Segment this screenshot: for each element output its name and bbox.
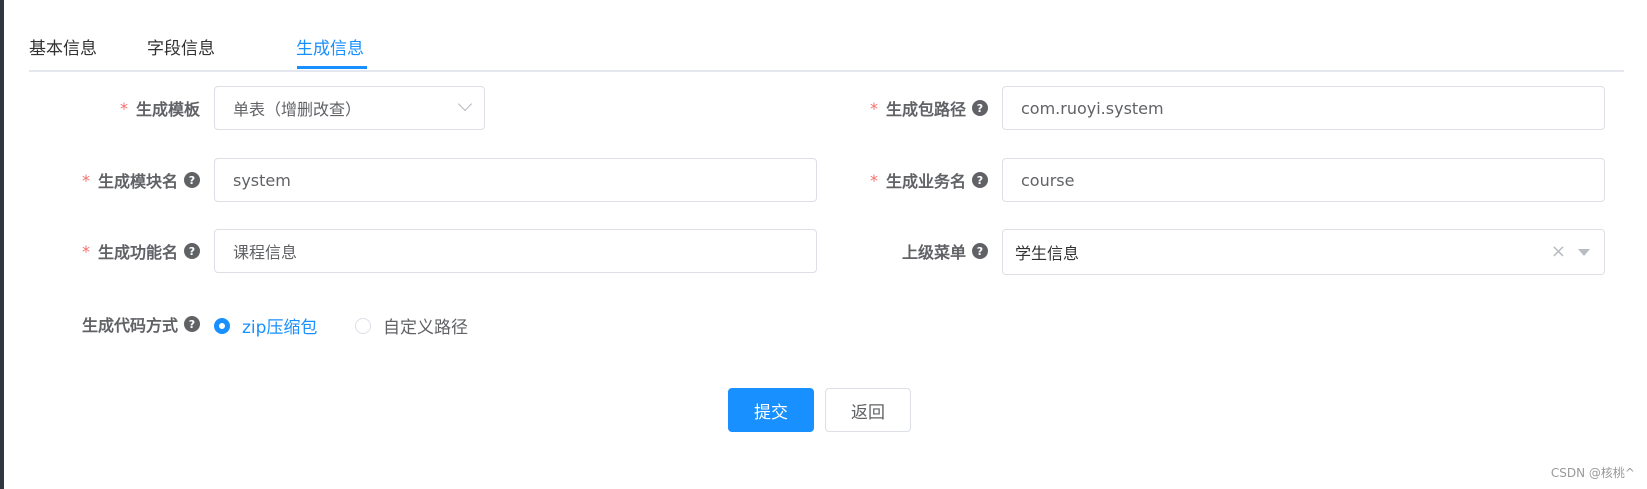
- clear-icon[interactable]: ×: [1551, 241, 1566, 262]
- caret-down-icon[interactable]: [1578, 249, 1590, 256]
- package-path-value: com.ruoyi.system: [1021, 98, 1164, 118]
- package-path-label: * 生成包路径 ?: [820, 86, 988, 130]
- module-name-value: system: [233, 170, 291, 190]
- function-name-label: * 生成功能名 ?: [40, 229, 200, 273]
- question-icon[interactable]: ?: [972, 243, 988, 259]
- chevron-down-icon: [457, 96, 473, 112]
- radio-zip-label: zip压缩包: [242, 318, 318, 338]
- required-mark: *: [869, 98, 878, 118]
- function-name-label-text: 生成功能名: [97, 243, 178, 262]
- watermark: CSDN @核桃^: [1550, 466, 1635, 480]
- tab-generate-info[interactable]: 生成信息: [296, 34, 364, 59]
- active-tab-indicator: [297, 66, 367, 69]
- module-name-input[interactable]: system: [214, 158, 817, 202]
- gen-type-label-text: 生成代码方式: [81, 316, 178, 335]
- radio-zip[interactable]: zip压缩包: [214, 313, 317, 338]
- required-mark: *: [81, 241, 90, 261]
- template-select-value: 单表（增删改查）: [233, 100, 362, 119]
- required-mark: *: [81, 170, 90, 190]
- gen-type-label: 生成代码方式 ?: [40, 302, 200, 346]
- module-name-label: * 生成模块名 ?: [40, 158, 200, 202]
- question-icon[interactable]: ?: [184, 316, 200, 332]
- question-icon[interactable]: ?: [184, 243, 200, 259]
- back-button[interactable]: 返回: [825, 388, 911, 432]
- package-path-input[interactable]: com.ruoyi.system: [1002, 86, 1605, 130]
- radio-custom-label: 自定义路径: [383, 318, 468, 338]
- tab-field-info[interactable]: 字段信息: [147, 34, 215, 59]
- template-label-text: 生成模板: [135, 100, 200, 119]
- radio-unchecked-icon: [355, 317, 371, 334]
- business-name-input[interactable]: course: [1002, 158, 1605, 202]
- submit-button[interactable]: 提交: [728, 388, 814, 432]
- function-name-value: 课程信息: [233, 243, 298, 262]
- template-label: * 生成模板: [40, 86, 200, 130]
- package-path-label-text: 生成包路径: [885, 100, 966, 119]
- radio-checked-icon: [214, 317, 230, 334]
- question-icon[interactable]: ?: [184, 172, 200, 188]
- business-name-label: * 生成业务名 ?: [820, 158, 988, 202]
- parent-menu-label-text: 上级菜单: [901, 243, 966, 262]
- module-name-label-text: 生成模块名: [97, 172, 178, 191]
- required-mark: *: [869, 170, 878, 190]
- parent-menu-label: 上级菜单 ?: [820, 229, 988, 273]
- question-icon[interactable]: ?: [972, 172, 988, 188]
- radio-custom-path[interactable]: 自定义路径: [355, 313, 468, 338]
- business-name-value: course: [1021, 170, 1075, 190]
- tab-bar: 基本信息 字段信息 生成信息: [29, 28, 1624, 72]
- parent-menu-value: 学生信息: [1015, 244, 1080, 263]
- question-icon[interactable]: ?: [972, 100, 988, 116]
- template-select[interactable]: 单表（增删改查）: [214, 86, 485, 130]
- window-left-edge: [0, 0, 4, 489]
- tab-basic-info[interactable]: 基本信息: [29, 34, 97, 59]
- parent-menu-select[interactable]: 学生信息 ×: [1002, 229, 1605, 275]
- required-mark: *: [119, 98, 128, 118]
- function-name-input[interactable]: 课程信息: [214, 229, 817, 273]
- business-name-label-text: 生成业务名: [885, 172, 966, 191]
